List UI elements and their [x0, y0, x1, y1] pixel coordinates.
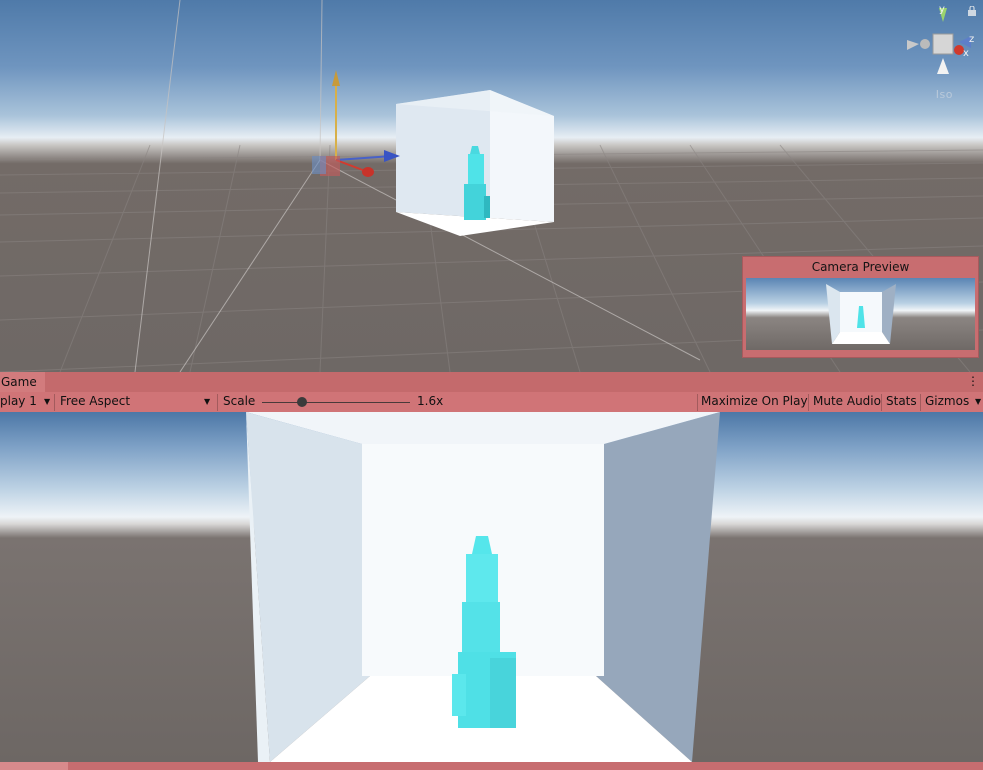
divider [920, 394, 921, 411]
divider [808, 394, 809, 411]
gizmos-dropdown[interactable]: Gizmos ▼ [925, 392, 983, 412]
aspect-dropdown-label: Free Aspect [60, 394, 131, 408]
gizmo-axis-z: z [969, 34, 974, 45]
statue-object[interactable] [458, 146, 494, 222]
scene-view[interactable]: y z x Iso Camera Preview [0, 0, 983, 372]
scale-value: 1.6x [417, 394, 444, 408]
aspect-dropdown[interactable]: Free Aspect ▼ [60, 392, 214, 412]
lock-icon[interactable] [967, 6, 977, 16]
gizmos-label: Gizmos [925, 394, 970, 408]
chevron-down-icon: ▼ [44, 397, 51, 406]
chevron-down-icon: ▼ [975, 397, 982, 406]
camera-preview-title: Camera Preview [811, 260, 910, 274]
maximize-on-play-toggle[interactable]: Maximize On Play [701, 392, 808, 412]
tab-game[interactable]: Game [0, 372, 45, 392]
stats-toggle[interactable]: Stats [886, 392, 917, 412]
game-tab-bar: Game ⋮ [0, 372, 983, 393]
kebab-menu-icon[interactable]: ⋮ [967, 375, 979, 387]
camera-preview-image [746, 278, 975, 350]
display-dropdown-label: play 1 [0, 394, 37, 408]
gizmo-axis-x: x [963, 48, 969, 59]
projection-label[interactable]: Iso [936, 88, 953, 101]
chevron-down-icon: ▼ [204, 397, 211, 406]
bottom-panel-tab[interactable] [0, 762, 68, 770]
game-toolbar: play 1 ▼ Free Aspect ▼ Scale 1.6x Maximi… [0, 392, 983, 413]
camera-preview-panel: Camera Preview [742, 256, 979, 358]
scale-slider-thumb[interactable] [296, 397, 307, 407]
divider [881, 394, 882, 411]
move-tool-icon[interactable] [308, 64, 408, 184]
gizmo-axis-y: y [939, 4, 945, 15]
scale-slider-track[interactable] [262, 402, 410, 403]
game-view[interactable] [0, 412, 983, 762]
scale-label: Scale [223, 394, 256, 408]
divider [217, 394, 218, 411]
divider [697, 394, 698, 411]
bottom-panel-strip [0, 762, 983, 770]
display-dropdown[interactable]: play 1 ▼ [0, 392, 54, 412]
game-render [246, 412, 720, 762]
divider [54, 394, 55, 411]
mute-audio-toggle[interactable]: Mute Audio [813, 392, 881, 412]
